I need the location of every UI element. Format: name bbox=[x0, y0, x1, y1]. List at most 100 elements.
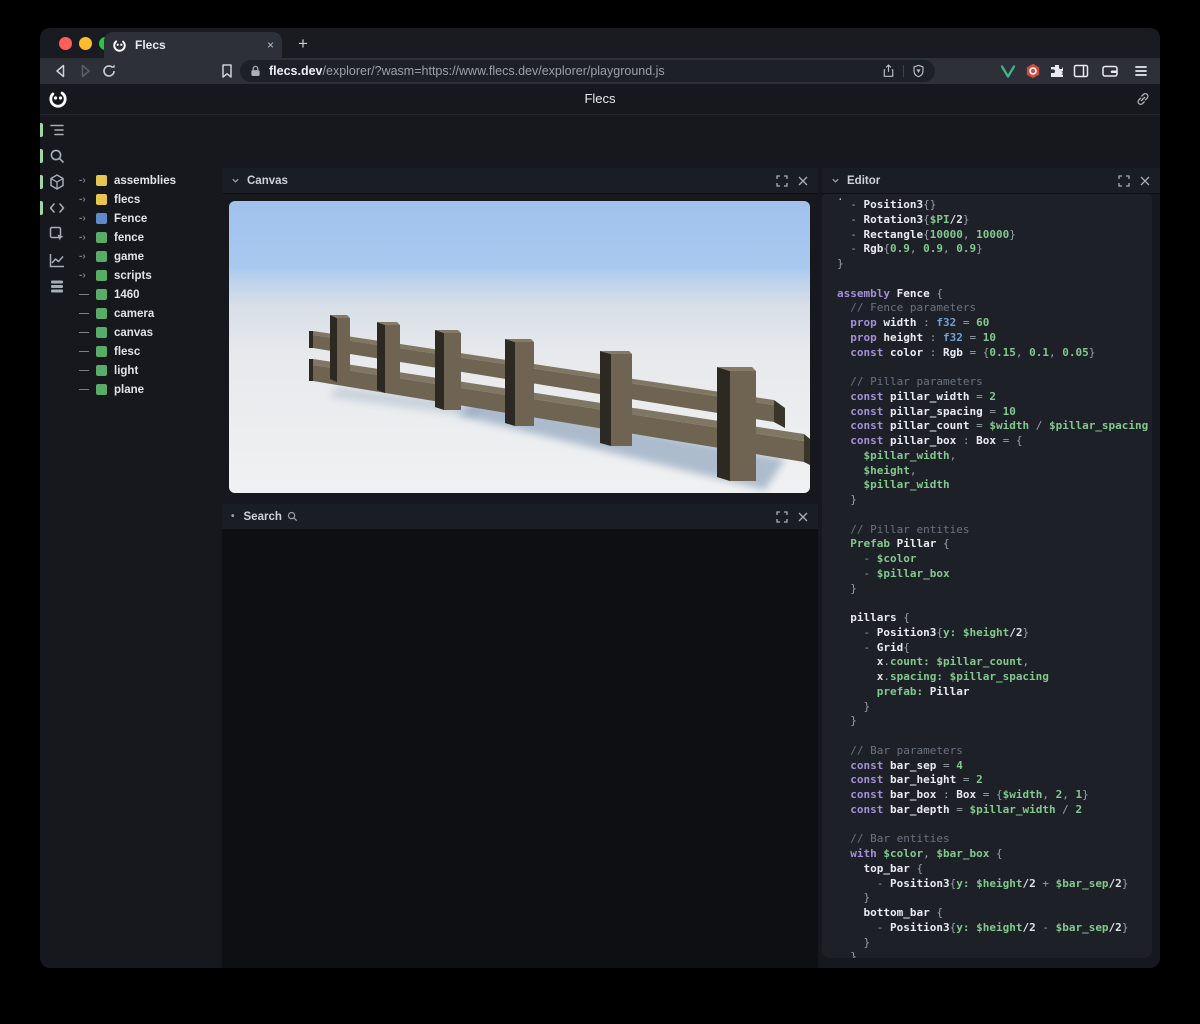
tree-item-label: camera bbox=[114, 308, 154, 320]
code-line: const bar_box : Box = {$width, 2, 1} bbox=[837, 788, 1152, 803]
active-indicator bbox=[40, 201, 43, 215]
sidebar-toggle-code-editor[interactable] bbox=[40, 199, 74, 217]
expand-icon[interactable] bbox=[776, 511, 788, 523]
code-line: const color : Rgb = {0.15, 0.1, 0.05} bbox=[837, 346, 1152, 361]
entity-color-square bbox=[96, 175, 107, 186]
entity-color-square bbox=[96, 232, 107, 243]
app-header: Flecs bbox=[40, 84, 1160, 115]
tree-item-flesc[interactable]: — flesc bbox=[74, 342, 222, 361]
sidebar-toggle-query-rows[interactable] bbox=[40, 277, 74, 295]
code-line: } bbox=[837, 936, 1152, 951]
tree-item-flecs[interactable]: -›flecs bbox=[74, 190, 222, 209]
code-line: assembly Fence { bbox=[837, 287, 1152, 302]
code-line: - $color bbox=[837, 552, 1152, 567]
close-icon[interactable] bbox=[797, 511, 809, 523]
editor-panel-header[interactable]: Editor bbox=[822, 168, 1160, 194]
flecs-favicon-icon bbox=[112, 38, 127, 53]
code-line: - $pillar_box bbox=[837, 567, 1152, 582]
code-editor[interactable]: . - Position3{} - Rotation3{$PI/2} - Rec… bbox=[822, 194, 1152, 958]
code-line: - Position3{y: $height/2 - $bar_sep/2} bbox=[837, 921, 1152, 936]
code-line: } bbox=[837, 700, 1152, 715]
sidebar-toggle-entity-tree[interactable] bbox=[40, 121, 74, 139]
entity-tree-icon bbox=[48, 121, 66, 139]
bookmark-icon[interactable] bbox=[218, 62, 236, 80]
minimize-window-button[interactable] bbox=[79, 37, 92, 50]
tree-item-fence[interactable]: -›fence bbox=[74, 228, 222, 247]
sidebar-toggle-icon[interactable] bbox=[1072, 62, 1090, 80]
expand-chevron-icon[interactable]: -› bbox=[79, 194, 96, 205]
close-tab-icon[interactable]: × bbox=[267, 39, 274, 51]
clipped-code-fragment: . bbox=[837, 194, 844, 205]
entity-color-square bbox=[96, 289, 107, 300]
brave-shield-icon[interactable] bbox=[912, 64, 925, 78]
wallet-icon[interactable] bbox=[1101, 62, 1119, 80]
fence-3d-scene bbox=[229, 201, 810, 493]
code-line: } bbox=[837, 257, 1152, 272]
tree-item-1460[interactable]: —1460 bbox=[74, 285, 222, 304]
extension-red-icon[interactable] bbox=[1024, 62, 1042, 80]
code-line: $pillar_width bbox=[837, 478, 1152, 493]
expand-icon[interactable] bbox=[1118, 175, 1130, 187]
menu-icon[interactable] bbox=[1132, 62, 1150, 80]
expand-icon[interactable] bbox=[776, 175, 788, 187]
active-indicator bbox=[40, 123, 43, 137]
browser-tab[interactable]: Flecs × bbox=[104, 32, 282, 58]
tree-item-light[interactable]: —light bbox=[74, 361, 222, 380]
entity-color-square bbox=[96, 270, 107, 281]
tree-item-Fence[interactable]: -›Fence bbox=[74, 209, 222, 228]
forward-icon[interactable] bbox=[76, 62, 94, 80]
close-window-button[interactable] bbox=[59, 37, 72, 50]
tree-item-scripts[interactable]: -› scripts bbox=[74, 266, 222, 285]
entity-tree: -›assemblies-›flecs-›Fence-›fence-›game-… bbox=[74, 171, 222, 968]
code-line: // Pillar parameters bbox=[837, 375, 1152, 390]
canvas-panel-header[interactable]: Canvas bbox=[222, 168, 818, 194]
sidebar-toggle-search[interactable] bbox=[40, 147, 74, 165]
expand-chevron-icon[interactable]: -› bbox=[79, 270, 96, 281]
share-link-icon[interactable] bbox=[1135, 91, 1151, 107]
code-line: - Rotation3{$PI/2} bbox=[837, 213, 1152, 228]
tree-item-canvas[interactable]: —canvas bbox=[74, 323, 222, 342]
tree-item-plane[interactable]: —plane bbox=[74, 380, 222, 399]
code-line: - Grid{ bbox=[837, 641, 1152, 656]
back-icon[interactable] bbox=[52, 62, 70, 80]
reload-icon[interactable] bbox=[100, 62, 118, 80]
code-line: } bbox=[837, 493, 1152, 508]
close-icon[interactable] bbox=[1139, 175, 1151, 187]
active-indicator bbox=[40, 149, 43, 163]
canvas-panel-title: Canvas bbox=[247, 175, 288, 187]
code-line: const pillar_count = $width / $pillar_sp… bbox=[837, 419, 1152, 434]
extensions-puzzle-icon[interactable] bbox=[1048, 62, 1066, 80]
divider bbox=[903, 65, 904, 77]
active-indicator bbox=[40, 175, 43, 189]
code-line bbox=[837, 596, 1152, 611]
tree-item-camera[interactable]: —camera bbox=[74, 304, 222, 323]
expand-chevron-icon[interactable]: -› bbox=[79, 213, 96, 224]
code-line: } bbox=[837, 950, 1152, 958]
code-line: prop width : f32 = 60 bbox=[837, 316, 1152, 331]
expand-chevron-icon[interactable]: -› bbox=[79, 232, 96, 243]
tree-item-assemblies[interactable]: -›assemblies bbox=[74, 171, 222, 190]
stats-chart-icon bbox=[48, 251, 66, 269]
query-rows-icon bbox=[48, 277, 66, 295]
chevron-down-icon bbox=[231, 176, 240, 185]
search-icon bbox=[287, 511, 298, 522]
tree-item-game[interactable]: -›game bbox=[74, 247, 222, 266]
expand-chevron-icon[interactable]: -› bbox=[79, 251, 96, 262]
leaf-dash-icon: — bbox=[79, 346, 96, 357]
sidebar-toggle-inspect[interactable] bbox=[40, 225, 74, 243]
close-icon[interactable] bbox=[797, 175, 809, 187]
canvas-3d-view[interactable] bbox=[229, 201, 810, 493]
sidebar-toggle-stats-chart[interactable] bbox=[40, 251, 74, 269]
tree-item-label: scripts bbox=[114, 270, 152, 282]
code-line: // Bar parameters bbox=[837, 744, 1152, 759]
vue-devtools-icon[interactable] bbox=[999, 62, 1017, 80]
new-tab-button[interactable]: + bbox=[292, 33, 314, 55]
share-icon[interactable] bbox=[882, 64, 895, 78]
code-line: const bar_depth = $pillar_width / 2 bbox=[837, 803, 1152, 818]
search-panel-header[interactable]: • Search bbox=[222, 504, 818, 530]
tree-item-label: flesc bbox=[114, 346, 140, 358]
url-bar[interactable]: flecs.dev/explorer/?wasm=https://www.fle… bbox=[240, 60, 935, 82]
tree-item-label: light bbox=[114, 365, 138, 377]
sidebar-toggle-canvas-cube[interactable] bbox=[40, 173, 74, 191]
expand-chevron-icon[interactable]: -› bbox=[79, 175, 96, 186]
